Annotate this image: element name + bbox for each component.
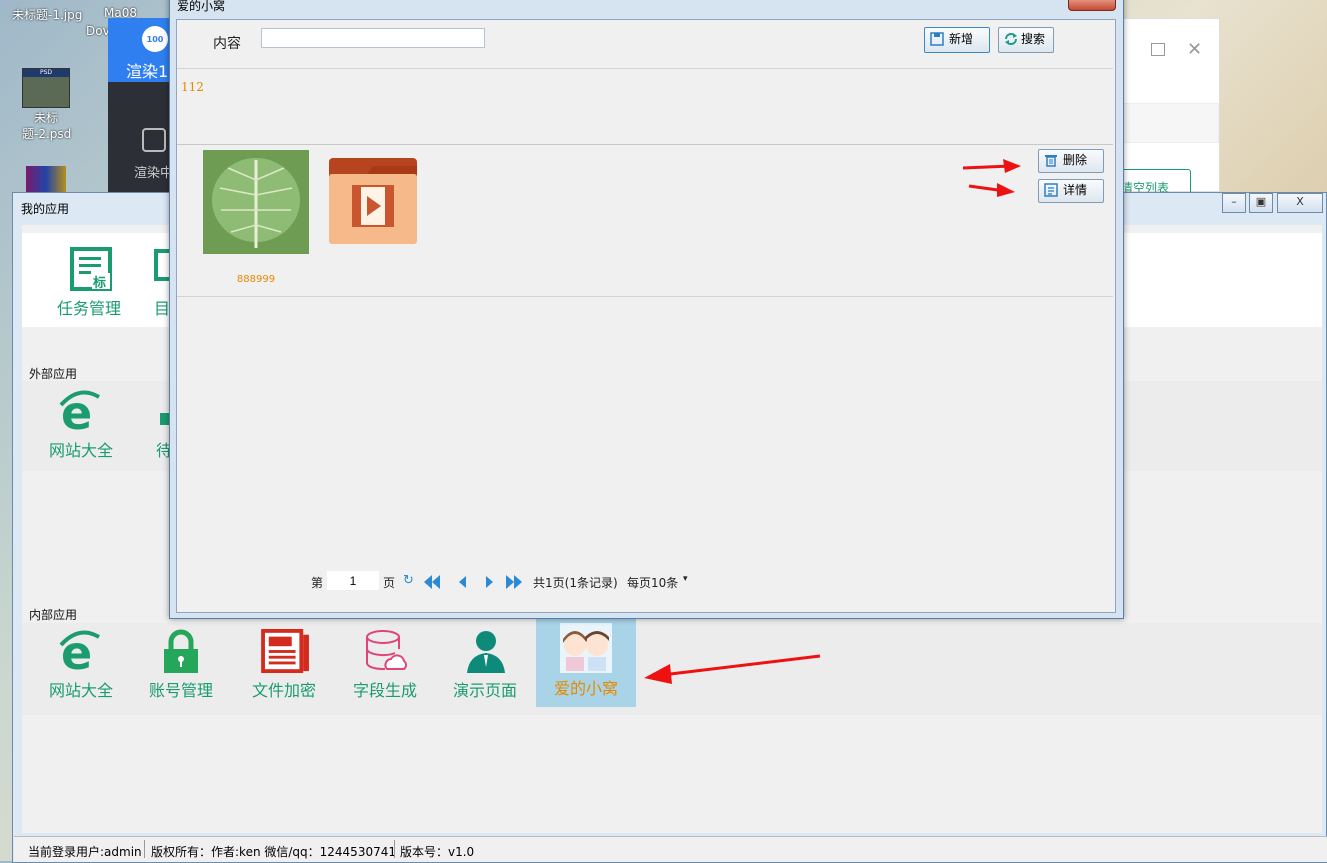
- search-input[interactable]: [261, 28, 485, 48]
- minimize-button[interactable]: –: [1222, 193, 1246, 213]
- ie-icon: e: [59, 629, 101, 673]
- app-task-management[interactable]: 标 任务管理: [39, 241, 139, 329]
- app-label: 账号管理: [148, 681, 213, 700]
- app-website-directory[interactable]: e 网站大全: [31, 383, 131, 471]
- ie-icon: e: [59, 389, 101, 433]
- restore-button[interactable]: ▣: [1249, 193, 1273, 213]
- status-user: 当前登录用户:admin: [28, 845, 142, 859]
- search-button-label: 搜索: [1021, 32, 1046, 46]
- close-icon[interactable]: ✕: [1187, 39, 1202, 60]
- dialog-title: 爱的小窝: [177, 0, 226, 13]
- desktop-file-3[interactable]: Dov: [86, 24, 110, 38]
- record-text: 112: [181, 80, 204, 94]
- svg-text:标: 标: [92, 275, 106, 291]
- external-apps-title: 外部应用: [29, 367, 78, 381]
- leaf-image[interactable]: [203, 150, 309, 254]
- render-app-logo: 100: [142, 26, 168, 52]
- lock-icon: [164, 629, 198, 673]
- last-page-icon[interactable]: [505, 574, 523, 590]
- main-close-button[interactable]: X: [1277, 193, 1323, 213]
- app-label: 演示页面: [452, 681, 517, 700]
- love-nest-dialog: 爱的小窝 内容 新增 搜索 112 888999 删除 详情 第 1 页 ↻ 共…: [169, 0, 1124, 619]
- delete-button-label: 删除: [1063, 153, 1088, 167]
- app-label: 网站大全: [48, 441, 113, 460]
- chevron-down-icon[interactable]: ▾: [683, 574, 688, 584]
- add-button-label: 新增: [949, 32, 974, 46]
- app-label: 网站大全: [48, 681, 113, 700]
- winrar-icon[interactable]: [26, 166, 66, 192]
- app-label: 爱的小窝: [553, 679, 618, 698]
- background-render-app: 100 渲染1 渲染中: [108, 18, 174, 198]
- psd-badge: PSD: [23, 69, 69, 77]
- db-cloud-icon: [365, 630, 407, 671]
- main-window-title: 我的应用: [21, 202, 70, 216]
- search-button[interactable]: 搜索: [998, 27, 1054, 53]
- render-app-item: 渲染中: [134, 166, 174, 181]
- page-number-input[interactable]: [327, 571, 379, 590]
- leaf-picture: [212, 158, 300, 248]
- detail-button[interactable]: 详情: [1038, 179, 1104, 203]
- app-file-encryption[interactable]: 文件加密: [234, 623, 334, 711]
- search-label: 内容: [213, 36, 241, 52]
- delete-button[interactable]: 删除: [1038, 149, 1104, 173]
- pager-suffix: 页: [383, 576, 396, 590]
- video-folder-icon[interactable]: [327, 156, 419, 248]
- pager: 第 页 ↻ 共1页(1条记录) 每页10条 ▾: [311, 570, 1031, 594]
- app-love-nest[interactable]: 爱的小窝: [536, 619, 636, 707]
- app-label: 字段生成: [352, 681, 417, 700]
- trash-icon: [1045, 155, 1057, 167]
- pager-total: 共1页(1条记录): [533, 576, 618, 590]
- pager-prefix: 第: [311, 576, 324, 590]
- doc-list-icon: 标: [70, 247, 112, 291]
- desktop-psd-label: 未标题-2.psd: [22, 111, 72, 141]
- clock-icon: [142, 128, 166, 152]
- internal-apps-title: 内部应用: [29, 608, 78, 622]
- add-button[interactable]: 新增: [924, 27, 990, 53]
- couple-icon: [560, 623, 612, 673]
- save-icon: [930, 32, 944, 46]
- status-version: 版本号：v1.0: [400, 845, 475, 859]
- refresh-page-icon[interactable]: ↻: [403, 573, 414, 588]
- next-page-icon[interactable]: [485, 574, 495, 590]
- status-bar: 当前登录用户:admin 版权所有：作者:ken 微信/qq：124453074…: [14, 836, 1327, 862]
- app-label: 任务管理: [56, 299, 121, 318]
- file-icon: [261, 629, 309, 673]
- app-website-directory[interactable]: e 网站大全: [31, 623, 131, 711]
- red-arrows-annotation: [963, 159, 1021, 197]
- app-label: 文件加密: [251, 681, 316, 700]
- detail-icon: [1044, 183, 1058, 197]
- detail-button-label: 详情: [1063, 183, 1088, 197]
- app-demo-page[interactable]: 演示页面: [435, 623, 535, 711]
- image-caption: 888999: [236, 274, 276, 285]
- refresh-icon: [1005, 33, 1017, 45]
- red-arrow-annotation: [644, 654, 821, 684]
- desktop-psd-icon[interactable]: PSD: [22, 68, 70, 108]
- desktop-file-1[interactable]: 未标题-1.jpg: [12, 6, 82, 23]
- status-copyright: 版权所有：作者:ken 微信/qq：1244530741: [151, 845, 396, 859]
- dialog-close-button[interactable]: [1068, 0, 1116, 11]
- user-icon: [467, 631, 505, 673]
- app-account-management[interactable]: 账号管理: [131, 623, 231, 711]
- prev-page-icon[interactable]: [457, 574, 467, 590]
- first-page-icon[interactable]: [423, 574, 441, 590]
- per-page-select[interactable]: 每页10条: [627, 574, 678, 591]
- render-app-title: 渲染1: [126, 62, 169, 81]
- app-field-generation[interactable]: 字段生成: [335, 623, 435, 711]
- maximize-icon[interactable]: [1151, 43, 1165, 56]
